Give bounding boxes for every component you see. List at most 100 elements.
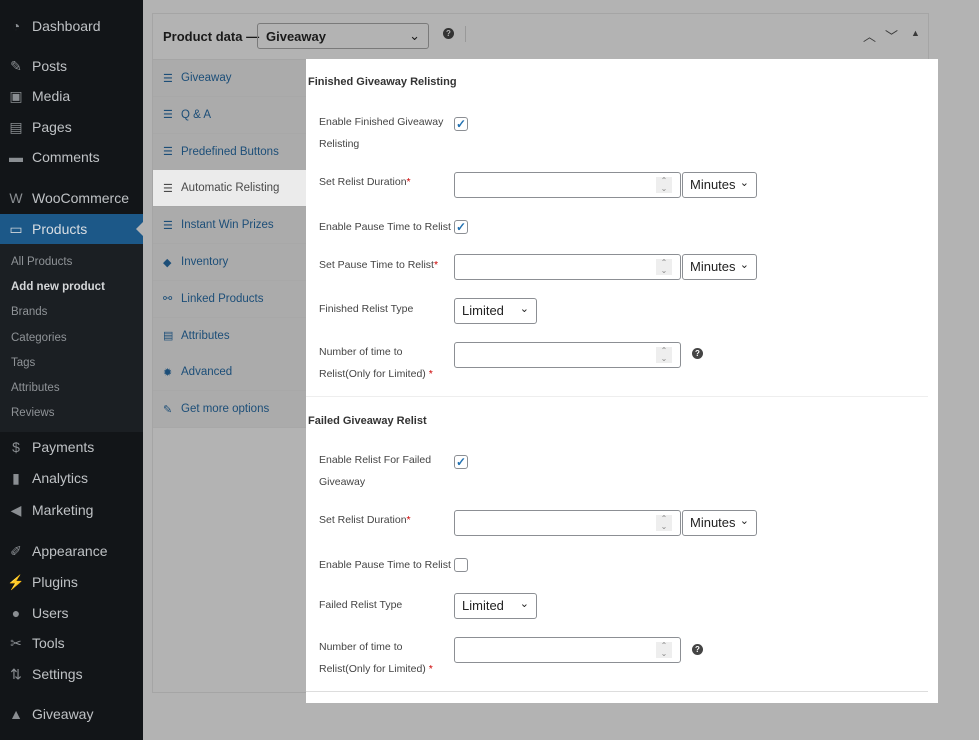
- tab-inventory[interactable]: ◆ Inventory: [153, 244, 307, 281]
- pause-time-unit-select[interactable]: Minutes ⌄: [682, 254, 757, 280]
- finished-relist-count-input[interactable]: ⌃ ⌄: [454, 342, 681, 368]
- admin-sidebar: All Products Add new product Brands Categor…: [0, 0, 143, 740]
- tab-get-more-options[interactable]: ✎ Get more options: [153, 391, 307, 429]
- tab-giveaway[interactable]: ☰ Giveaway: [153, 60, 307, 97]
- submenu-item[interactable]: Reviews: [11, 407, 54, 419]
- help-icon[interactable]: ?: [692, 348, 703, 359]
- tab-label: Automatic Relisting: [181, 182, 280, 195]
- sidebar-item-posts[interactable]: ✎ Posts: [0, 51, 143, 81]
- tab-label: Get more options: [181, 403, 270, 416]
- pages-icon: ▤: [9, 118, 23, 135]
- sidebar-item-label: Plugins: [32, 574, 78, 590]
- submenu-item[interactable]: Categories: [11, 332, 67, 344]
- sidebar-item-label: Users: [32, 605, 69, 621]
- toggle-panel-icon[interactable]: ▲: [911, 28, 920, 38]
- submenu-item[interactable]: All Products: [11, 256, 72, 268]
- plug-icon: ⚡: [7, 573, 25, 590]
- finished-relist-type-label: Finished Relist Type: [319, 303, 414, 315]
- automatic-relisting-panel: Finished Giveaway Relisting Enable Finis…: [306, 59, 938, 703]
- move-up-icon[interactable]: ︿: [863, 26, 876, 45]
- sidebar-item-appearance[interactable]: ✐ Appearance: [0, 536, 143, 566]
- tab-label: Q & A: [181, 108, 212, 121]
- tab-icon: ☰: [163, 109, 173, 122]
- sidebar-item-dashboard[interactable]: ◔ Dashboard: [0, 11, 143, 41]
- megaphone-icon: ◀: [10, 501, 22, 518]
- sidebar-item-pages[interactable]: ▤ Pages: [0, 112, 143, 142]
- tab-icon: ☰: [163, 182, 173, 195]
- relist-duration-input[interactable]: ⌃ ⌄: [454, 172, 681, 198]
- tab-icon: ✹: [163, 366, 173, 379]
- enable-pause-label: Enable Pause Time to Relist: [319, 221, 451, 233]
- enable-finished-relisting-label: Enable Finished Giveaway Relisting: [319, 116, 444, 150]
- tab-label: Predefined Buttons: [181, 145, 279, 158]
- finished-relist-count-label: Number of time to Relist(Only for Limite…: [319, 346, 433, 380]
- failed-relist-type-select[interactable]: Limited ⌄: [454, 593, 537, 619]
- failed-relist-count-input[interactable]: ⌃ ⌄: [454, 637, 681, 663]
- pin-icon: ✎: [10, 57, 22, 74]
- spinner-icon[interactable]: ⌃ ⌄: [656, 515, 672, 531]
- product-type-select[interactable]: Giveaway ⌄: [257, 23, 429, 49]
- section-heading: Failed Giveaway Relist: [308, 415, 427, 427]
- tab-automatic-relisting[interactable]: ☰ Automatic Relisting: [153, 170, 307, 208]
- relist-duration-unit-select[interactable]: Minutes ⌄: [682, 172, 757, 198]
- sidebar-item-giveaway[interactable]: ▲ Giveaway: [0, 699, 143, 729]
- comment-icon: ▬: [9, 149, 23, 165]
- tab-linked-products[interactable]: ⚯ Linked Products: [153, 280, 307, 318]
- tab-icon: ☰: [163, 146, 173, 159]
- spinner-icon[interactable]: ⌃ ⌄: [656, 177, 672, 193]
- enable-failed-relist-label: Enable Relist For Failed Giveaway: [319, 454, 432, 488]
- tab-attributes[interactable]: ▤ Attributes: [153, 317, 307, 355]
- sidebar-item-woocommerce[interactable]: W WooCommerce: [0, 183, 143, 213]
- tab-advanced[interactable]: ✹ Advanced: [153, 354, 307, 392]
- finished-relist-type-select[interactable]: Limited ⌄: [454, 298, 537, 324]
- help-icon[interactable]: ?: [443, 28, 454, 39]
- enable-pause-checkbox[interactable]: ✓: [454, 220, 468, 234]
- sidebar-item-settings[interactable]: ⇅ Settings: [0, 659, 143, 689]
- chevron-down-icon: ⌄: [519, 303, 529, 315]
- sidebar-item-label: Products: [32, 221, 88, 237]
- sidebar-item-label: Comments: [32, 149, 100, 165]
- spinner-icon[interactable]: ⌃ ⌄: [656, 259, 672, 275]
- sidebar-item-products[interactable]: ▭ Products: [0, 214, 143, 244]
- panel-bottom-border: [306, 691, 928, 692]
- check-icon: ✓: [455, 455, 467, 469]
- submenu-item[interactable]: Tags: [11, 357, 35, 369]
- failed-relist-duration-unit-select[interactable]: Minutes ⌄: [682, 510, 757, 536]
- payments-icon: $: [12, 439, 20, 455]
- sidebar-item-analytics[interactable]: ▮ Analytics: [0, 463, 143, 493]
- pause-time-input[interactable]: ⌃ ⌄: [454, 254, 681, 280]
- sidebar-item-plugins[interactable]: ⚡ Plugins: [0, 567, 143, 597]
- tab-predefined-buttons[interactable]: ☰ Predefined Buttons: [153, 133, 307, 171]
- chevron-down-icon: ⌄: [739, 515, 749, 527]
- sidebar-item-users[interactable]: ● Users: [0, 598, 143, 628]
- failed-relist-count-label: Number of time to Relist(Only for Limite…: [319, 641, 433, 675]
- pause-time-label: Set Pause Time to Relist*: [319, 259, 439, 271]
- tab-label: Inventory: [181, 256, 229, 268]
- spinner-icon[interactable]: ⌃ ⌄: [656, 347, 672, 363]
- tab-icon: ◆: [163, 256, 172, 269]
- sidebar-item-comments[interactable]: ▬ Comments: [0, 142, 143, 172]
- chevron-down-icon: ⌄: [409, 28, 420, 43]
- enable-failed-relist-checkbox[interactable]: ✓: [454, 455, 468, 469]
- tab-q-a[interactable]: ☰ Q & A: [153, 96, 307, 134]
- submenu-item[interactable]: Attributes: [11, 382, 60, 394]
- sidebar-item-tools[interactable]: ✂ Tools: [0, 628, 143, 658]
- sidebar-item-label: Payments: [32, 439, 95, 455]
- sidebar-item-label: Media: [32, 88, 71, 104]
- submenu-item[interactable]: Add new product: [11, 281, 105, 293]
- move-down-icon[interactable]: ﹀: [885, 26, 898, 45]
- help-icon[interactable]: ?: [692, 644, 703, 655]
- submenu-item[interactable]: Brands: [11, 306, 47, 318]
- sidebar-item-marketing[interactable]: ◀ Marketing: [0, 495, 143, 525]
- failed-relist-duration-input[interactable]: ⌃ ⌄: [454, 510, 681, 536]
- user-icon: ●: [11, 605, 21, 621]
- tab-instant-win-prizes[interactable]: ☰ Instant Win Prizes: [153, 207, 307, 245]
- enable-finished-relisting-checkbox[interactable]: ✓: [454, 117, 468, 131]
- sidebar-item-label: Appearance: [32, 543, 108, 559]
- sidebar-item-payments[interactable]: $ Payments: [0, 432, 143, 462]
- giveaway-icon: ▲: [9, 706, 23, 722]
- tab-icon: ⚯: [163, 293, 173, 306]
- spinner-icon[interactable]: ⌃ ⌄: [656, 642, 672, 658]
- sidebar-item-media[interactable]: ▣ Media: [0, 81, 143, 111]
- failed-enable-pause-checkbox[interactable]: [454, 558, 468, 572]
